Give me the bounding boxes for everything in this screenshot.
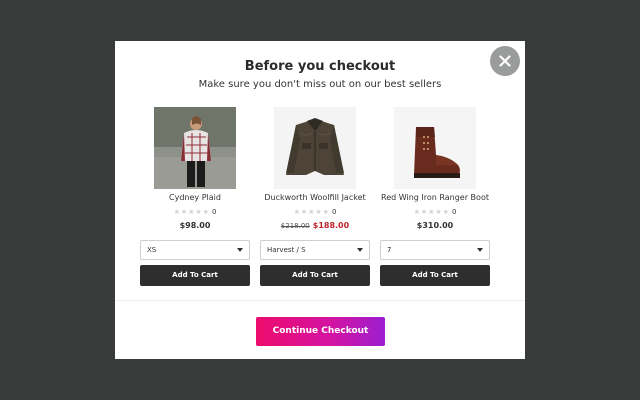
product-rating: ★★★★★ 0 bbox=[140, 208, 250, 216]
rating-count: 0 bbox=[211, 208, 217, 216]
star-icon: ★★★★★ bbox=[173, 208, 210, 216]
product-name[interactable]: Red Wing Iron Ranger Boot bbox=[370, 193, 500, 202]
close-button[interactable] bbox=[490, 46, 520, 76]
chevron-down-icon bbox=[357, 248, 363, 252]
product-rating: ★★★★★ 0 bbox=[260, 208, 370, 216]
product-rating: ★★★★★ 0 bbox=[380, 208, 490, 216]
variant-select[interactable]: XS bbox=[140, 240, 250, 260]
add-to-cart-button[interactable]: Add To Cart bbox=[140, 265, 250, 286]
product-image[interactable] bbox=[154, 107, 236, 189]
close-icon bbox=[499, 55, 511, 67]
product-name[interactable]: Duckworth Woolfill Jacket bbox=[250, 193, 380, 202]
product-image[interactable] bbox=[394, 107, 476, 189]
modal-title: Before you checkout bbox=[244, 59, 396, 74]
modal-subtitle: Make sure you don't miss out on our best… bbox=[198, 79, 442, 90]
variant-value: 7 bbox=[387, 246, 392, 254]
product-name[interactable]: Cydney Plaid bbox=[130, 193, 260, 202]
add-to-cart-button[interactable]: Add To Cart bbox=[380, 265, 490, 286]
product-list: Cydney Plaid ★★★★★ 0 $98.00 XS Add To Car… bbox=[140, 107, 500, 287]
chevron-down-icon bbox=[237, 248, 243, 252]
product-price: $310.00 bbox=[416, 221, 454, 230]
product-price: $218.00 $188.00 bbox=[260, 221, 370, 230]
continue-checkout-button[interactable]: Continue Checkout bbox=[256, 317, 385, 346]
star-icon: ★★★★★ bbox=[293, 208, 330, 216]
product-price: $98.00 bbox=[179, 221, 211, 230]
variant-select[interactable]: 7 bbox=[380, 240, 490, 260]
rating-count: 0 bbox=[451, 208, 457, 216]
rating-count: 0 bbox=[331, 208, 337, 216]
variant-select[interactable]: Harvest / S bbox=[260, 240, 370, 260]
star-icon: ★★★★★ bbox=[413, 208, 450, 216]
add-to-cart-button[interactable]: Add To Cart bbox=[260, 265, 370, 286]
sale-price: $188.00 bbox=[312, 221, 350, 230]
variant-value: Harvest / S bbox=[267, 246, 306, 254]
variant-value: XS bbox=[147, 246, 157, 254]
footer-divider bbox=[115, 300, 525, 301]
chevron-down-icon bbox=[477, 248, 483, 252]
upsell-modal: Before you checkout Make sure you don't … bbox=[115, 41, 525, 359]
product-image[interactable] bbox=[274, 107, 356, 189]
compare-at-price: $218.00 bbox=[280, 222, 310, 230]
